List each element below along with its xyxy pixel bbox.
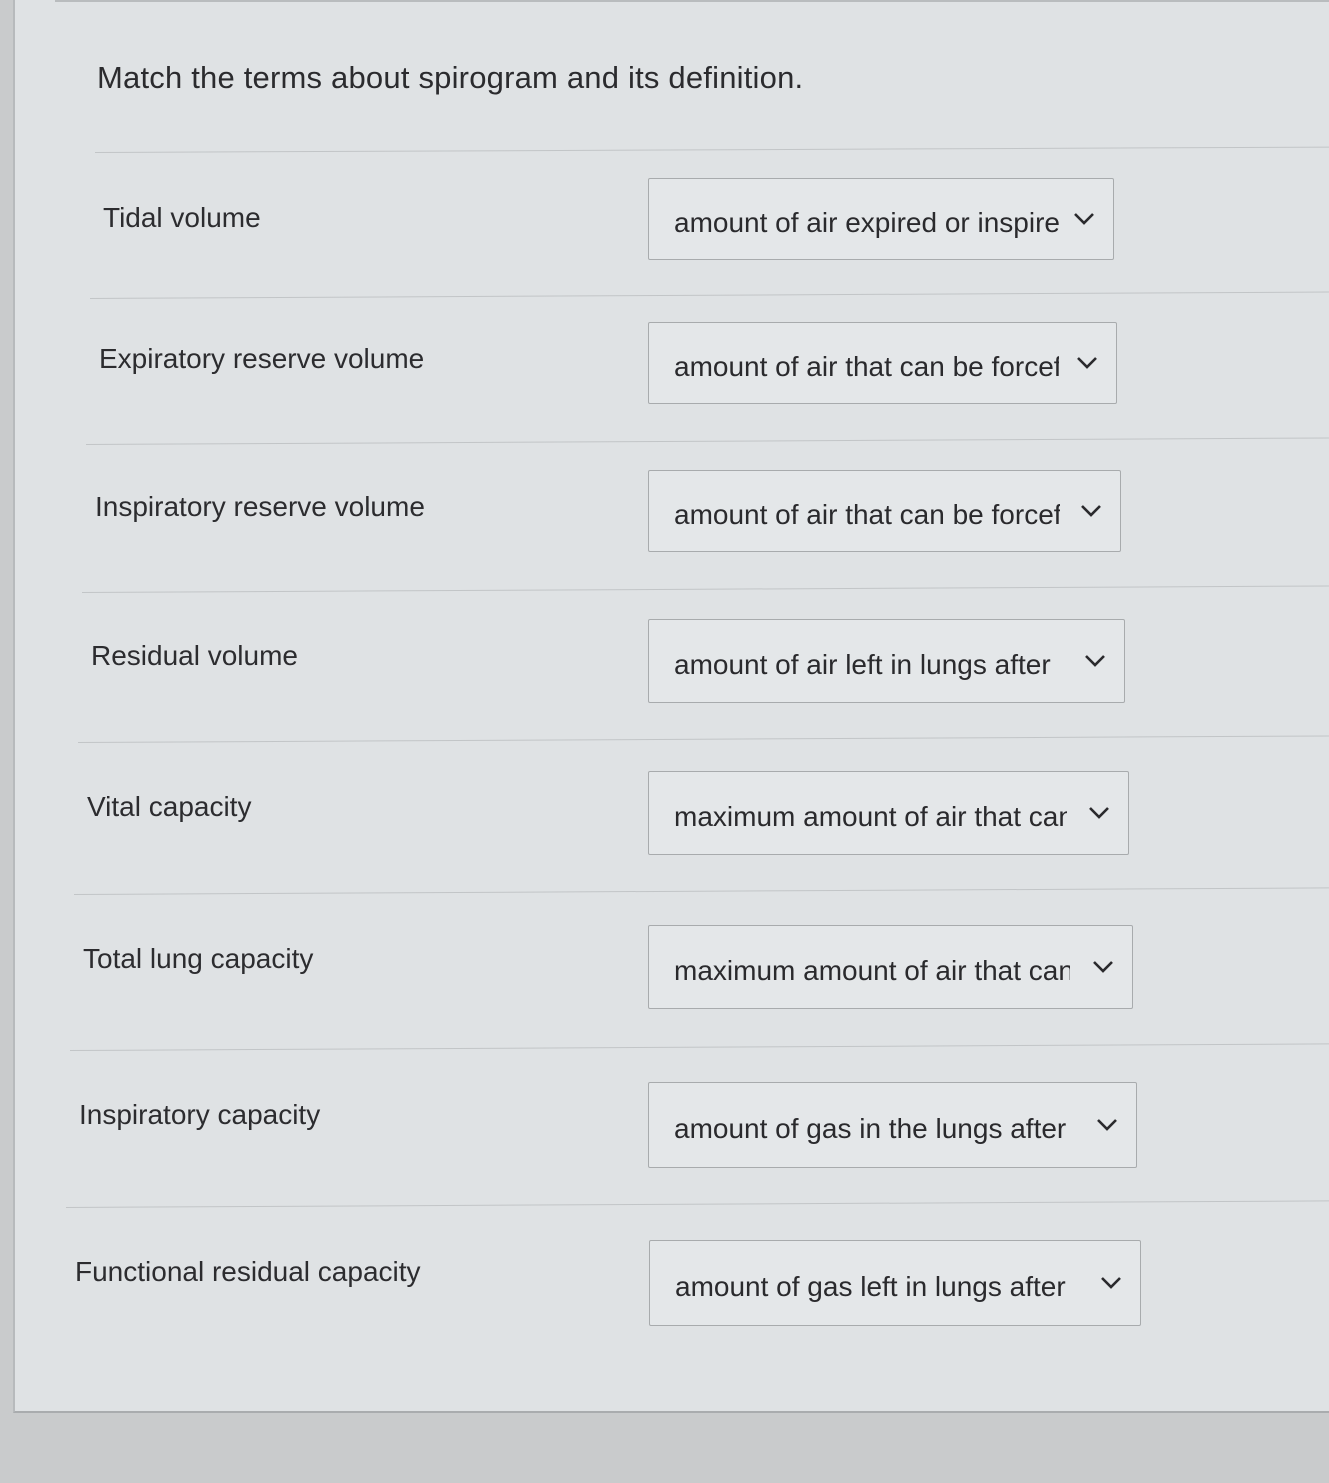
term-label: Vital capacity xyxy=(87,791,252,822)
chevron-down-icon xyxy=(1085,655,1105,667)
question-prompt: Match the terms about spirogram and its … xyxy=(97,60,804,95)
dropdown-value: amount of air that can be forcefully exp… xyxy=(674,350,1059,382)
chevron-down-icon xyxy=(1101,1277,1121,1289)
chevron-down-icon xyxy=(1074,213,1094,225)
chevron-down-icon xyxy=(1097,1119,1117,1131)
definition-dropdown[interactable]: amount of air that can be forcefully exp… xyxy=(648,322,1117,404)
dropdown-value: amount of gas in the lungs after xyxy=(674,1112,1067,1144)
chevron-down-icon xyxy=(1093,961,1113,973)
definition-dropdown[interactable]: maximum amount of air that can be xyxy=(648,925,1133,1009)
dropdown-value: amount of air left in lungs after xyxy=(674,648,1051,680)
top-divider xyxy=(55,0,1329,8)
dropdown-value: maximum amount of air that can be xyxy=(674,800,1067,832)
definition-dropdown[interactable]: amount of gas left in lungs after xyxy=(649,1240,1141,1326)
definition-dropdown[interactable]: amount of air that can be forcefully ins… xyxy=(648,470,1121,552)
dropdown-value: amount of air that can be forcefully ins… xyxy=(674,498,1060,530)
chevron-down-icon xyxy=(1077,357,1097,369)
definition-dropdown[interactable]: amount of gas in the lungs after xyxy=(648,1082,1137,1168)
definition-dropdown[interactable]: amount of air expired or inspired xyxy=(648,178,1114,260)
term-label: Inspiratory reserve volume xyxy=(95,491,425,522)
chevron-down-icon xyxy=(1089,807,1109,819)
term-label: Tidal volume xyxy=(103,202,261,233)
definition-dropdown[interactable]: maximum amount of air that can be xyxy=(648,771,1129,855)
chevron-down-icon xyxy=(1081,505,1101,517)
dropdown-value: amount of air expired or inspired xyxy=(674,206,1059,238)
definition-dropdown[interactable]: amount of air left in lungs after xyxy=(648,619,1125,703)
term-label: Total lung capacity xyxy=(83,943,314,974)
term-label: Functional residual capacity xyxy=(75,1256,421,1287)
term-label: Expiratory reserve volume xyxy=(99,343,425,374)
term-label: Inspiratory capacity xyxy=(79,1099,321,1130)
term-label: Residual volume xyxy=(91,640,298,671)
dropdown-value: maximum amount of air that can be xyxy=(674,954,1070,986)
dropdown-value: amount of gas left in lungs after xyxy=(675,1270,1066,1302)
